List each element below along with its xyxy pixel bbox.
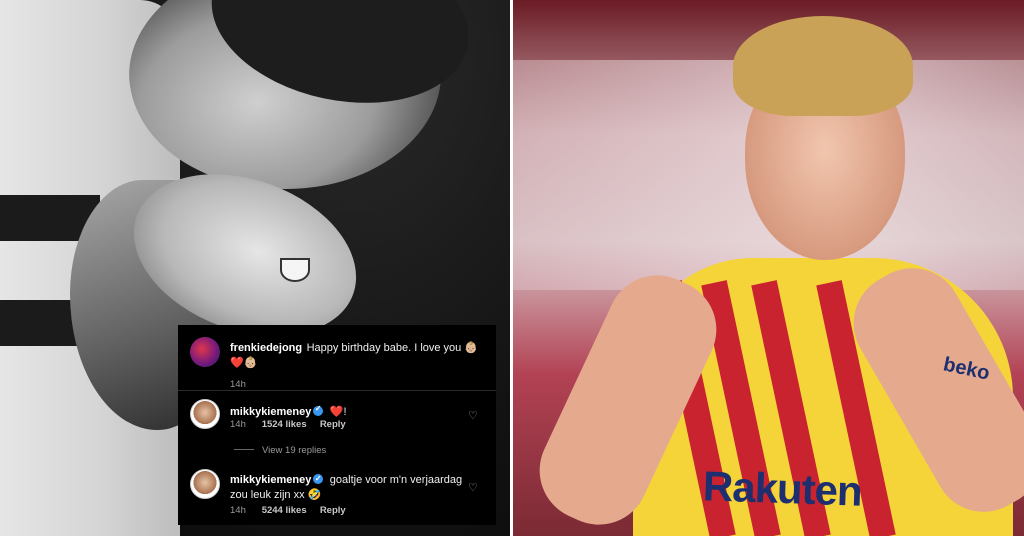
avatar[interactable] xyxy=(190,469,220,499)
comment-body: mikkykiemeney goaltje voor m'n verjaarda… xyxy=(230,472,470,502)
comment-likes[interactable]: 5244 likes xyxy=(262,505,307,516)
comment-body: frenkiedejong Happy birthday babe. I lov… xyxy=(230,340,490,370)
verified-badge-icon xyxy=(313,404,324,416)
comment-text: Happy birthday babe. I love you 👶🏼 xyxy=(306,342,479,354)
view-replies-label: View 19 replies xyxy=(262,445,327,456)
comment-time: 14h xyxy=(230,419,246,430)
reply-button[interactable]: Reply xyxy=(320,505,346,516)
jersey-sponsor-text: Rakuten xyxy=(702,462,863,515)
view-replies-link[interactable]: View 19 replies xyxy=(234,445,326,456)
comment-username[interactable]: frenkiedejong xyxy=(230,342,302,354)
reply-button[interactable]: Reply xyxy=(320,419,346,430)
comment-meta: 14h 1524 likes Reply xyxy=(230,419,346,430)
replies-line xyxy=(234,449,254,450)
heart-outline-icon[interactable]: ♡ xyxy=(468,481,478,494)
comment-text-line2: zou leuk zijn xx 🤣 xyxy=(230,489,322,501)
comment-time: 14h xyxy=(230,379,246,390)
heart-outline-icon[interactable]: ♡ xyxy=(468,409,478,422)
comment-meta: 14h 5244 likes Reply xyxy=(230,505,346,516)
comment-username[interactable]: mikkykiemeney xyxy=(230,474,311,486)
comment-time: 14h xyxy=(230,505,246,516)
comment-text: ❤️! xyxy=(329,406,347,418)
comments-divider xyxy=(178,390,496,391)
comment-likes[interactable]: 1524 likes xyxy=(262,419,307,430)
comment-username[interactable]: mikkykiemeney xyxy=(230,406,311,418)
right-player-photo: Rakuten beko xyxy=(513,0,1024,536)
avatar[interactable] xyxy=(190,399,220,429)
woman-smile xyxy=(280,258,310,282)
player-hair xyxy=(733,16,913,116)
avatar[interactable] xyxy=(190,337,220,367)
comment-text: goaltje voor m'n verjaardag xyxy=(329,474,463,486)
verified-badge-icon xyxy=(313,472,324,486)
instagram-comments-panel: frenkiedejong Happy birthday babe. I lov… xyxy=(178,325,496,525)
comment-text-line2: ❤️👶🏼 xyxy=(230,357,258,369)
comment-body: mikkykiemeney ❤️! xyxy=(230,402,347,420)
